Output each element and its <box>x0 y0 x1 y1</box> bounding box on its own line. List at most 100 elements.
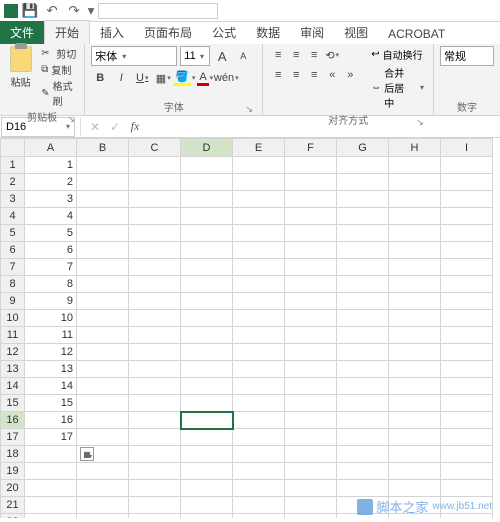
cell-I3[interactable] <box>441 191 493 208</box>
cell-D14[interactable] <box>181 378 233 395</box>
format-painter-button[interactable]: ✎ 格式刷 <box>39 78 78 108</box>
cell-F9[interactable] <box>285 293 337 310</box>
row-header-11[interactable]: 11 <box>1 327 25 344</box>
row-header-10[interactable]: 10 <box>1 310 25 327</box>
cell-A11[interactable]: 11 <box>25 327 77 344</box>
italic-button[interactable]: I <box>112 69 130 87</box>
cell-I16[interactable] <box>441 412 493 429</box>
cell-A4[interactable]: 4 <box>25 208 77 225</box>
cell-F15[interactable] <box>285 395 337 412</box>
cell-E9[interactable] <box>233 293 285 310</box>
tab-acrobat[interactable]: ACROBAT <box>378 24 455 44</box>
cell-C15[interactable] <box>129 395 181 412</box>
cell-G8[interactable] <box>337 276 389 293</box>
cell-G19[interactable] <box>337 463 389 480</box>
alignment-launcher-icon[interactable]: ↘ <box>415 117 425 127</box>
row-header-14[interactable]: 14 <box>1 378 25 395</box>
cell-I18[interactable] <box>441 446 493 463</box>
cell-I9[interactable] <box>441 293 493 310</box>
insert-function-button[interactable]: fx <box>125 118 145 136</box>
cell-G17[interactable] <box>337 429 389 446</box>
cell-C7[interactable] <box>129 259 181 276</box>
cell-G14[interactable] <box>337 378 389 395</box>
cell-G1[interactable] <box>337 157 389 174</box>
qat-input[interactable] <box>98 3 218 19</box>
cell-H18[interactable] <box>389 446 441 463</box>
enter-formula-button[interactable]: ✓ <box>105 118 125 136</box>
cell-A19[interactable] <box>25 463 77 480</box>
paste-button[interactable]: 粘贴 <box>6 46 35 89</box>
row-header-20[interactable]: 20 <box>1 480 25 497</box>
cell-A12[interactable]: 12 <box>25 344 77 361</box>
cell-H5[interactable] <box>389 225 441 242</box>
cell-G16[interactable] <box>337 412 389 429</box>
tab-data[interactable]: 数据 <box>246 21 290 44</box>
tab-view[interactable]: 视图 <box>334 21 378 44</box>
cell-I17[interactable] <box>441 429 493 446</box>
cell-H13[interactable] <box>389 361 441 378</box>
cell-I5[interactable] <box>441 225 493 242</box>
cell-G7[interactable] <box>337 259 389 276</box>
autofill-options-button[interactable]: ▦ <box>80 447 94 461</box>
row-header-5[interactable]: 5 <box>1 225 25 242</box>
cell-E5[interactable] <box>233 225 285 242</box>
cell-C16[interactable] <box>129 412 181 429</box>
cell-D2[interactable] <box>181 174 233 191</box>
cell-C9[interactable] <box>129 293 181 310</box>
cell-H14[interactable] <box>389 378 441 395</box>
cell-B13[interactable] <box>77 361 129 378</box>
cell-F6[interactable] <box>285 242 337 259</box>
cell-A7[interactable]: 7 <box>25 259 77 276</box>
font-launcher-icon[interactable]: ↘ <box>244 104 254 114</box>
row-header-7[interactable]: 7 <box>1 259 25 276</box>
align-middle-button[interactable]: ≡ <box>287 46 305 64</box>
cell-E2[interactable] <box>233 174 285 191</box>
cell-E1[interactable] <box>233 157 285 174</box>
cell-H16[interactable] <box>389 412 441 429</box>
cell-I2[interactable] <box>441 174 493 191</box>
cell-A5[interactable]: 5 <box>25 225 77 242</box>
cell-H7[interactable] <box>389 259 441 276</box>
cell-D7[interactable] <box>181 259 233 276</box>
cell-C13[interactable] <box>129 361 181 378</box>
cell-C14[interactable] <box>129 378 181 395</box>
cell-I8[interactable] <box>441 276 493 293</box>
cell-G12[interactable] <box>337 344 389 361</box>
undo-button[interactable]: ↶ <box>42 2 62 20</box>
cell-D10[interactable] <box>181 310 233 327</box>
row-header-17[interactable]: 17 <box>1 429 25 446</box>
redo-button[interactable]: ↷ <box>64 2 84 20</box>
row-header-18[interactable]: 18 <box>1 446 25 463</box>
cell-E17[interactable] <box>233 429 285 446</box>
row-header-4[interactable]: 4 <box>1 208 25 225</box>
column-header-F[interactable]: F <box>285 139 337 157</box>
cell-D19[interactable] <box>181 463 233 480</box>
cell-I19[interactable] <box>441 463 493 480</box>
number-format-combo[interactable]: 常规 <box>440 46 494 66</box>
cell-F17[interactable] <box>285 429 337 446</box>
cell-F10[interactable] <box>285 310 337 327</box>
cell-H2[interactable] <box>389 174 441 191</box>
cell-D21[interactable] <box>181 497 233 514</box>
cell-H10[interactable] <box>389 310 441 327</box>
cell-C22[interactable] <box>129 514 181 519</box>
cell-A17[interactable]: 17 <box>25 429 77 446</box>
cell-E6[interactable] <box>233 242 285 259</box>
cell-D9[interactable] <box>181 293 233 310</box>
cell-B18[interactable]: ▦ <box>77 446 129 463</box>
save-button[interactable]: 💾 <box>20 2 40 20</box>
cell-D3[interactable] <box>181 191 233 208</box>
cell-A3[interactable]: 3 <box>25 191 77 208</box>
cell-H12[interactable] <box>389 344 441 361</box>
cell-E13[interactable] <box>233 361 285 378</box>
cell-A16[interactable]: 16 <box>25 412 77 429</box>
cell-F4[interactable] <box>285 208 337 225</box>
cell-I6[interactable] <box>441 242 493 259</box>
cell-D1[interactable] <box>181 157 233 174</box>
cell-B8[interactable] <box>77 276 129 293</box>
cell-I11[interactable] <box>441 327 493 344</box>
cell-I7[interactable] <box>441 259 493 276</box>
cell-C5[interactable] <box>129 225 181 242</box>
cell-C11[interactable] <box>129 327 181 344</box>
cell-B17[interactable] <box>77 429 129 446</box>
